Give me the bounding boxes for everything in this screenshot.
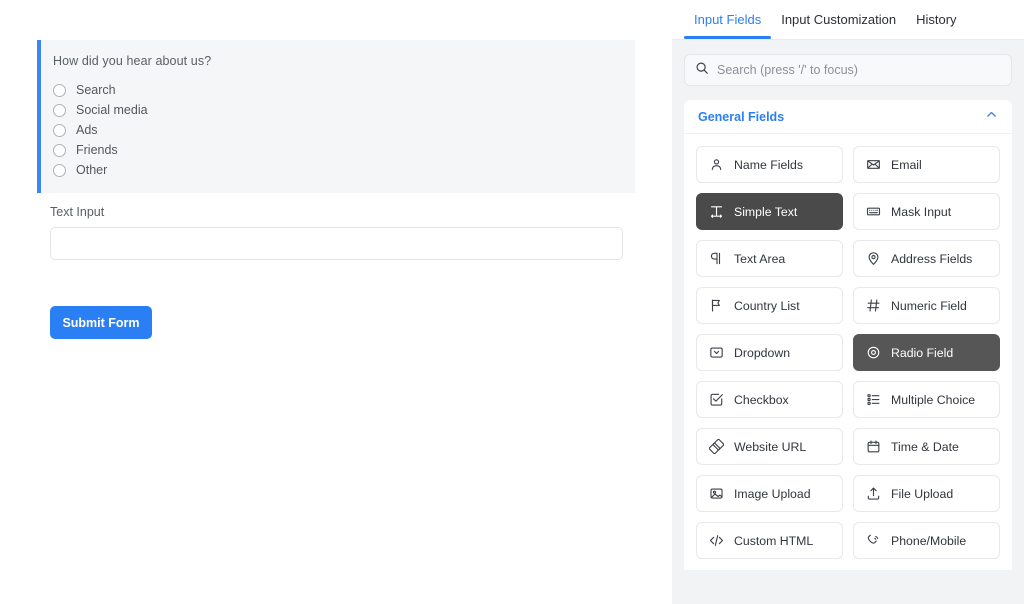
field-card-image-upload[interactable]: Image Upload [696, 475, 843, 512]
general-fields-section: General Fields Name Fields Email Simple Te… [684, 100, 1012, 570]
app-root: How did you hear about us? Search Social … [0, 0, 1024, 604]
section-title: General Fields [698, 109, 785, 124]
check-square-icon [709, 392, 724, 407]
calendar-icon [866, 439, 881, 454]
text-input-label: Text Input [50, 205, 105, 219]
submit-form-button[interactable]: Submit Form [50, 306, 152, 339]
field-card-simple-text[interactable]: Simple Text [696, 193, 843, 230]
radio-option-friends[interactable]: Friends [53, 140, 635, 160]
field-card-label: Address Fields [891, 251, 973, 266]
link-icon [709, 439, 724, 454]
form-preview-panel: How did you hear about us? Search Social … [0, 0, 672, 604]
paragraph-icon [709, 251, 724, 266]
field-card-numeric-field[interactable]: Numeric Field [853, 287, 1000, 324]
field-card-label: Simple Text [734, 204, 798, 219]
search-area [672, 40, 1024, 86]
field-card-dropdown[interactable]: Dropdown [696, 334, 843, 371]
field-library-panel: Input FieldsInput CustomizationHistory G… [672, 0, 1024, 604]
field-card-label: Time & Date [891, 439, 959, 454]
radio-circle-icon[interactable] [53, 103, 66, 117]
field-card-text-area[interactable]: Text Area [696, 240, 843, 277]
keyboard-icon [866, 204, 881, 219]
field-card-label: Country List [734, 298, 800, 313]
field-card-label: Checkbox [734, 392, 789, 407]
field-card-label: Radio Field [891, 345, 954, 360]
field-card-label: Custom HTML [734, 533, 814, 548]
field-card-label: Phone/Mobile [891, 533, 967, 548]
field-card-label: Email [891, 157, 922, 172]
field-card-label: Name Fields [734, 157, 804, 172]
field-card-label: Numeric Field [891, 298, 967, 313]
field-card-time-date[interactable]: Time & Date [853, 428, 1000, 465]
field-card-label: Image Upload [734, 486, 811, 501]
search-input[interactable] [717, 63, 1001, 77]
field-card-email[interactable]: Email [853, 146, 1000, 183]
radio-option-social-media[interactable]: Social media [53, 100, 635, 120]
field-card-custom-html[interactable]: Custom HTML [696, 522, 843, 559]
field-card-radio-field[interactable]: Radio Field [853, 334, 1000, 371]
radio-option-search[interactable]: Search [53, 80, 635, 100]
list-icon [866, 392, 881, 407]
field-card-mask-input[interactable]: Mask Input [853, 193, 1000, 230]
library-tabbar: Input Fields Input Customization History [672, 0, 1024, 40]
field-card-label: Multiple Choice [891, 392, 976, 407]
radio-option-ads[interactable]: Ads [53, 120, 635, 140]
field-card-grid: Name Fields Email Simple Text Mask Input Tex… [684, 134, 1012, 559]
radio-circle-icon [866, 345, 881, 360]
field-card-label: Mask Input [891, 204, 952, 219]
radio-circle-icon[interactable] [53, 143, 66, 157]
field-card-label: Text Area [734, 251, 786, 266]
radio-option-other[interactable]: Other [53, 160, 635, 180]
field-card-phone-mobile[interactable]: Phone/Mobile [853, 522, 1000, 559]
map-pin-icon [866, 251, 881, 266]
hash-icon [866, 298, 881, 313]
text-input-block: Text Input [50, 205, 623, 260]
image-icon [709, 486, 724, 501]
search-icon [695, 61, 709, 80]
field-card-address-fields[interactable]: Address Fields [853, 240, 1000, 277]
radio-circle-icon[interactable] [53, 123, 66, 137]
field-card-website-url[interactable]: Website URL [696, 428, 843, 465]
radio-option-label: Ads [76, 123, 98, 137]
tab-input-fields[interactable]: Input Fields [684, 0, 772, 39]
person-icon [709, 157, 724, 172]
radio-option-label: Other [76, 163, 108, 177]
field-card-multiple-choice[interactable]: Multiple Choice [853, 381, 1000, 418]
field-card-label: Website URL [734, 439, 807, 454]
text-input[interactable] [50, 227, 623, 260]
field-card-name-fields[interactable]: Name Fields [696, 146, 843, 183]
chevron-up-icon[interactable] [985, 108, 998, 126]
radio-option-label: Friends [76, 143, 118, 157]
radio-group-legend: How did you hear about us? [53, 54, 212, 68]
radio-option-list: Search Social media Ads Friends Other [53, 80, 635, 180]
radio-option-label: Search [76, 83, 116, 97]
upload-icon [866, 486, 881, 501]
radio-circle-icon[interactable] [53, 83, 66, 97]
envelope-icon [866, 157, 881, 172]
tab-input-customization[interactable]: Input Customization [771, 0, 906, 38]
search-box[interactable] [684, 54, 1012, 86]
select-box-icon [709, 345, 724, 360]
text-width-icon [709, 204, 724, 219]
field-card-label: File Upload [891, 486, 954, 501]
flag-icon [709, 298, 724, 313]
radio-field-card[interactable]: How did you hear about us? Search Social … [37, 40, 635, 193]
radio-option-label: Social media [76, 103, 148, 117]
phone-icon [866, 533, 881, 548]
general-fields-header[interactable]: General Fields [684, 100, 1012, 134]
radio-circle-icon[interactable] [53, 163, 66, 177]
code-icon [709, 533, 724, 548]
field-card-label: Dropdown [734, 345, 791, 360]
field-card-checkbox[interactable]: Checkbox [696, 381, 843, 418]
field-card-file-upload[interactable]: File Upload [853, 475, 1000, 512]
tab-history[interactable]: History [906, 0, 966, 38]
field-card-country-list[interactable]: Country List [696, 287, 843, 324]
